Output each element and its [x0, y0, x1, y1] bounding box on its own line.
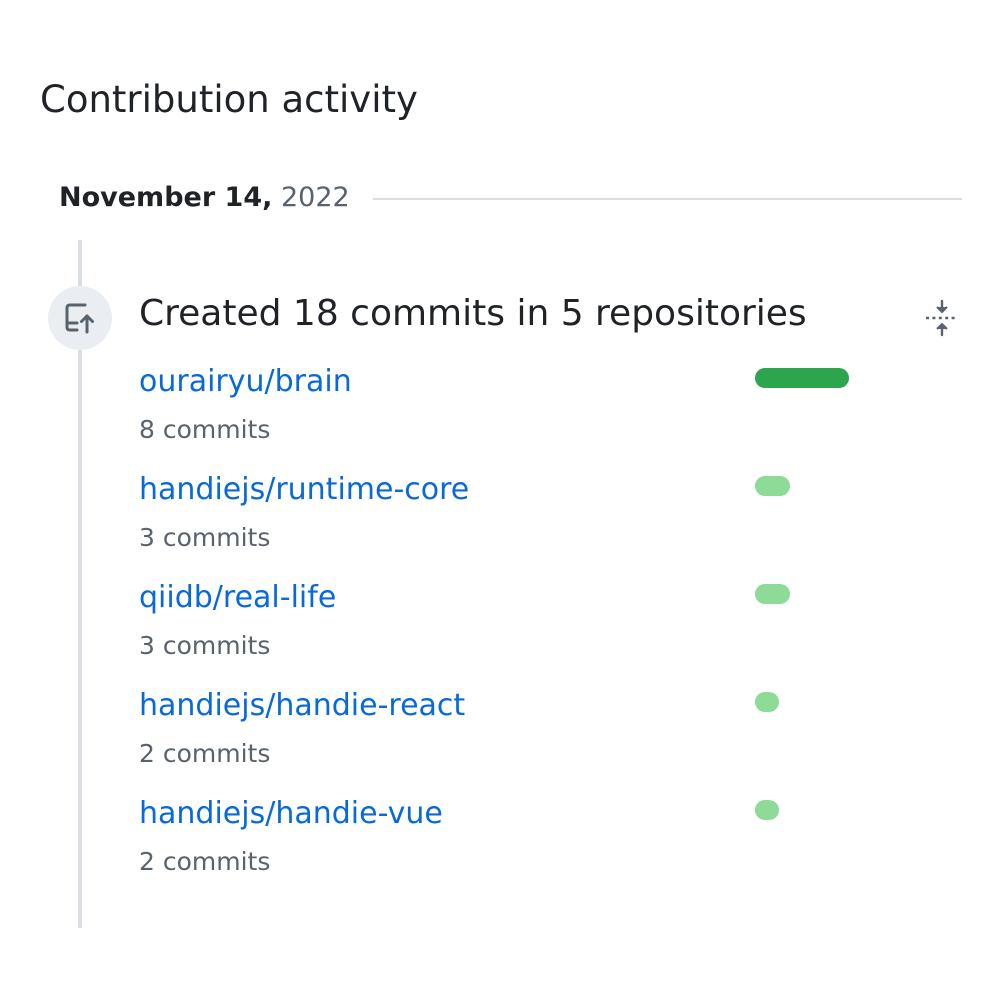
fold-icon-glyph [926, 299, 958, 337]
repo-link[interactable]: handiejs/runtime-core [139, 468, 469, 512]
list-item: handiejs/handie-react 2 commits [139, 680, 859, 788]
commit-count: 8 commits [139, 415, 271, 444]
date-month-day: November 14, [59, 182, 273, 213]
commit-count: 2 commits [139, 739, 271, 768]
repo-push-icon-glyph [65, 303, 94, 334]
commit-bar-fill [755, 692, 779, 712]
commit-bar [755, 584, 849, 604]
repo-push-icon [48, 286, 112, 350]
fold-icon[interactable] [920, 296, 964, 340]
commit-bar-fill [755, 800, 779, 820]
date-header: November 14, 2022 [59, 178, 962, 218]
commit-bar [755, 368, 849, 388]
commit-count: 3 commits [139, 523, 271, 552]
commit-bar-fill [755, 368, 849, 388]
commit-count: 2 commits [139, 847, 271, 876]
repo-link[interactable]: qiidb/real-life [139, 576, 336, 620]
repo-list: ourairyu/brain 8 commits handiejs/runtim… [139, 356, 859, 896]
event-title: Created 18 commits in 5 repositories [139, 293, 807, 334]
commit-bar [755, 476, 849, 496]
list-item: handiejs/handie-vue 2 commits [139, 788, 859, 896]
repo-link[interactable]: ourairyu/brain [139, 360, 352, 404]
list-item: qiidb/real-life 3 commits [139, 572, 859, 680]
date-year: 2022 [280, 182, 350, 213]
commit-count: 3 commits [139, 631, 271, 660]
list-item: ourairyu/brain 8 commits [139, 356, 859, 464]
repo-link[interactable]: handiejs/handie-vue [139, 792, 443, 836]
date-label: November 14, 2022 [59, 178, 350, 218]
list-item: handiejs/runtime-core 3 commits [139, 464, 859, 572]
repo-link[interactable]: handiejs/handie-react [139, 684, 465, 728]
commit-bar [755, 692, 849, 712]
commit-bar-fill [755, 584, 790, 604]
section-title: Contribution activity [40, 78, 418, 121]
date-divider [373, 198, 962, 200]
commit-bar [755, 800, 849, 820]
commit-bar-fill [755, 476, 790, 496]
